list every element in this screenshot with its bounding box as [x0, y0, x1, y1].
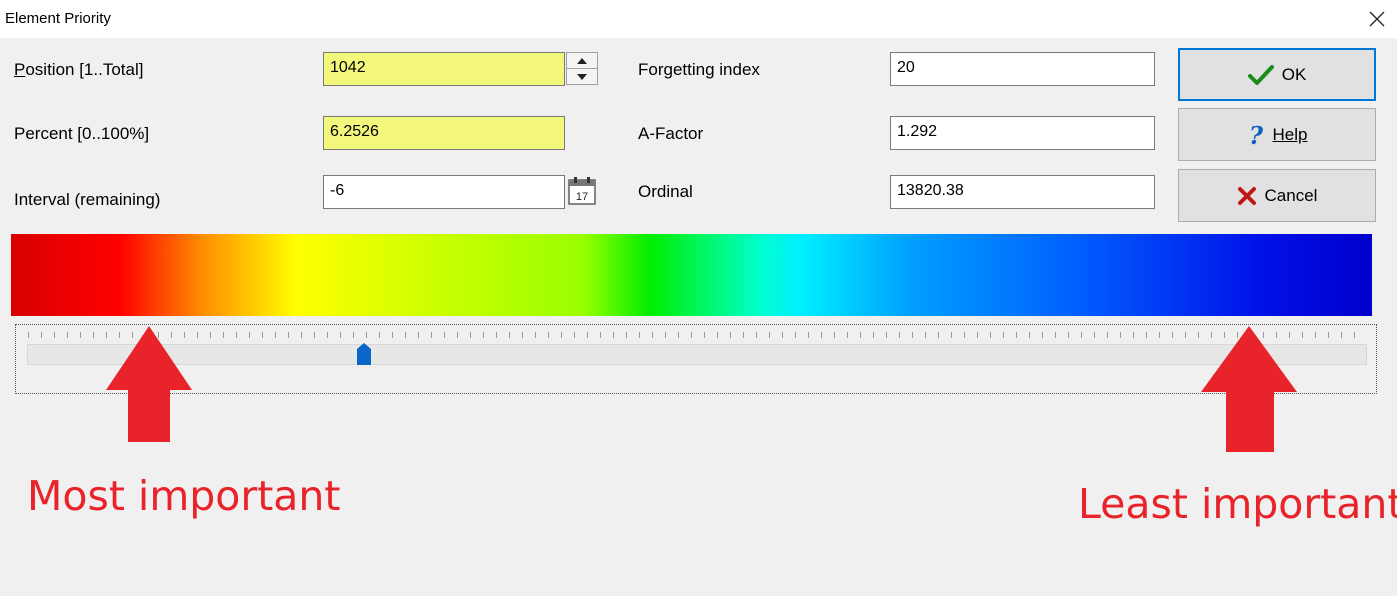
window-title: Element Priority [5, 10, 111, 27]
help-label: Help [1272, 124, 1308, 144]
arrow-down-icon [577, 73, 587, 80]
spin-down-button[interactable] [566, 68, 598, 85]
cancel-label: Cancel [1264, 185, 1318, 205]
calendar-button[interactable]: 17 [567, 176, 597, 206]
forgetting-index-input[interactable]: 20 [890, 52, 1155, 86]
ordinal-label: Ordinal [638, 182, 693, 201]
arrow-up-icon [577, 57, 587, 64]
interval-label: Interval (remaining) [14, 190, 161, 209]
position-label: Position [1..Total] [14, 60, 144, 79]
most-important-annotation: Most important [27, 472, 341, 520]
percent-input[interactable]: 6.2526 [323, 116, 565, 150]
arrow-up-left-icon [106, 326, 192, 442]
forgetting-index-label: Forgetting index [638, 60, 760, 79]
position-input[interactable]: 1042 [323, 52, 565, 86]
slider-ticks [28, 332, 1366, 338]
a-factor-label: A-Factor [638, 124, 704, 143]
close-icon [1369, 11, 1385, 27]
priority-slider-thumb[interactable] [356, 342, 372, 366]
close-button[interactable] [1357, 0, 1397, 38]
title-bar: Element Priority [0, 0, 1397, 38]
checkmark-icon [1247, 64, 1274, 85]
question-icon: ? [1248, 123, 1263, 147]
ok-label: OK [1281, 64, 1307, 84]
priority-slider-track[interactable] [27, 344, 1367, 365]
ok-button[interactable]: OK [1178, 48, 1376, 101]
ordinal-input[interactable]: 13820.38 [890, 175, 1155, 209]
svg-text:?: ? [1248, 123, 1263, 147]
svg-text:17: 17 [576, 191, 588, 203]
cross-icon [1237, 186, 1256, 205]
position-spinner[interactable] [566, 52, 598, 85]
spin-up-button[interactable] [566, 52, 598, 69]
arrow-up-right-icon [1201, 326, 1297, 452]
priority-color-gradient [11, 234, 1372, 316]
help-button[interactable]: ? Help [1178, 108, 1376, 161]
least-important-annotation: Least important [1078, 480, 1397, 528]
percent-label: Percent [0..100%] [14, 124, 150, 143]
calendar-icon: 17 [568, 177, 596, 205]
a-factor-input[interactable]: 1.292 [890, 116, 1155, 150]
interval-input[interactable]: -6 [323, 175, 565, 209]
cancel-button[interactable]: Cancel [1178, 169, 1376, 222]
